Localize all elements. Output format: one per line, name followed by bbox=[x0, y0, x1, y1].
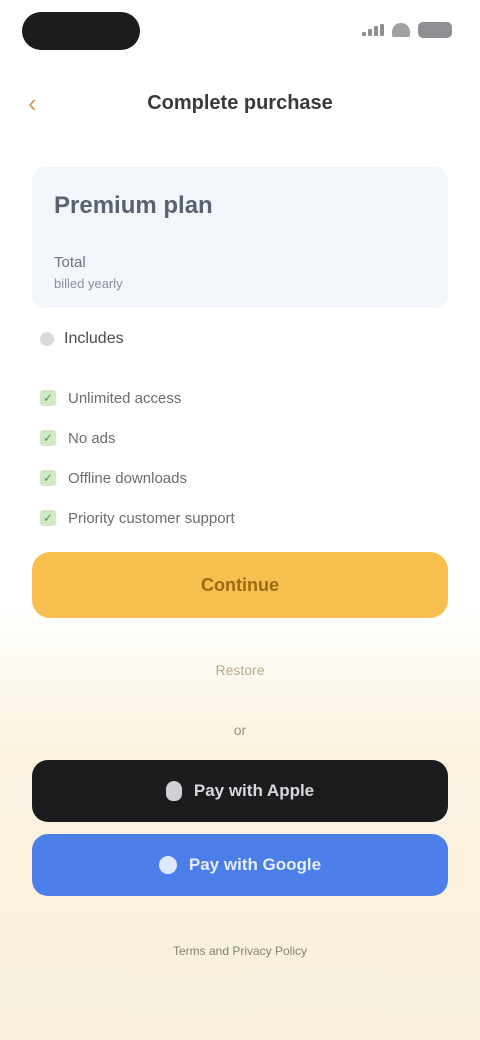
battery-icon bbox=[418, 22, 452, 38]
features-heading-label: Includes bbox=[64, 330, 124, 347]
plan-period: billed yearly bbox=[54, 276, 123, 291]
feature-item: ✓ No ads bbox=[40, 418, 440, 458]
restore-link[interactable]: Restore bbox=[0, 662, 480, 678]
status-icons bbox=[362, 22, 452, 38]
nav-header: ‹ Complete purchase bbox=[0, 80, 480, 128]
plan-price: Total bbox=[54, 254, 86, 271]
google-pay-label: Pay with Google bbox=[188, 855, 322, 874]
wifi-icon bbox=[392, 23, 410, 37]
feature-label: Unlimited access bbox=[68, 389, 182, 407]
feature-item: ✓ Offline downloads bbox=[40, 458, 440, 498]
feature-item: ✓ Unlimited access bbox=[40, 378, 440, 418]
check-icon: ✓ bbox=[40, 510, 56, 526]
apple-icon bbox=[165, 781, 182, 801]
status-bar bbox=[0, 0, 480, 64]
check-icon: ✓ bbox=[40, 470, 56, 486]
apple-pay-label: Pay with Apple bbox=[193, 781, 315, 800]
or-divider-label: or bbox=[233, 722, 247, 738]
check-icon: ✓ bbox=[40, 430, 56, 446]
page-title: Complete purchase bbox=[147, 92, 333, 114]
google-icon bbox=[158, 856, 177, 874]
features-heading: Includes bbox=[40, 330, 124, 348]
continue-button[interactable]: Continue bbox=[32, 552, 448, 618]
google-pay-button[interactable]: Pay with Google bbox=[32, 834, 448, 896]
plan-name: Premium plan bbox=[54, 192, 213, 219]
check-icon: ✓ bbox=[40, 390, 56, 406]
feature-label: Offline downloads bbox=[68, 469, 187, 487]
feature-item: ✓ Priority customer support bbox=[40, 498, 440, 538]
info-icon bbox=[40, 332, 54, 346]
plan-card[interactable]: Premium plan Total billed yearly bbox=[32, 166, 448, 308]
feature-label: Priority customer support bbox=[68, 509, 235, 527]
feature-label: No ads bbox=[68, 429, 116, 447]
apple-pay-button[interactable]: Pay with Apple bbox=[32, 760, 448, 822]
signal-icon bbox=[362, 24, 384, 36]
feature-list: ✓ Unlimited access ✓ No ads ✓ Offline do… bbox=[40, 378, 440, 538]
terms-link[interactable]: Terms and Privacy Policy bbox=[0, 944, 480, 958]
status-time bbox=[22, 12, 140, 50]
